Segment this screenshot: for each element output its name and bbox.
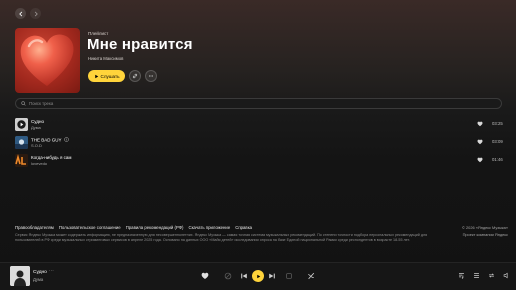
track-play-overlay-icon[interactable]: [15, 118, 28, 131]
not-recommend-icon[interactable]: [307, 272, 315, 280]
playlist-actions: Слушать: [88, 70, 157, 82]
footer-link-rightholders[interactable]: Правообладателям: [15, 225, 54, 230]
chevron-right-icon: [34, 11, 38, 16]
block-icon[interactable]: [285, 272, 293, 280]
track-artist[interactable]: Дума: [31, 125, 41, 130]
track-row[interactable]: THE BAD GUY S.O.D 03:09: [15, 136, 505, 150]
page-title: Мне нравится: [87, 36, 193, 53]
more-dots-icon: [148, 75, 154, 77]
footer-link-recommendation-rules[interactable]: Правила рекомендаций (РФ): [126, 225, 184, 230]
player-bar: Судно ··· Дума: [0, 262, 516, 290]
queue-icon[interactable]: [473, 272, 480, 279]
next-track-icon[interactable]: [268, 272, 276, 280]
track-duration: 03:09: [492, 139, 503, 144]
chevron-left-icon: [18, 11, 22, 16]
track-title[interactable]: THE BAD GUY: [31, 137, 69, 143]
like-heart-icon[interactable]: [477, 121, 483, 127]
like-heart-icon[interactable]: [477, 139, 483, 145]
heart-cover-icon: [20, 34, 74, 86]
track-title-text[interactable]: THE BAD GUY: [31, 138, 61, 143]
forward-button[interactable]: [30, 8, 41, 19]
play-button-label: Слушать: [100, 73, 120, 79]
track-artist[interactable]: S.O.D: [31, 143, 42, 148]
track-duration: 03:25: [492, 121, 503, 126]
dislike-icon[interactable]: [224, 272, 232, 280]
track-duration: 01:46: [492, 157, 503, 162]
navigation-buttons: [15, 8, 41, 19]
previous-track-icon[interactable]: [240, 272, 248, 280]
album-art-icon: [15, 154, 28, 167]
footer-link-help[interactable]: Справка: [235, 225, 252, 230]
footer-link-user-agreement[interactable]: Пользовательское соглашение: [59, 225, 121, 230]
now-playing-title[interactable]: Судно: [33, 270, 47, 275]
repeat-icon[interactable]: [488, 272, 495, 279]
play-pause-button[interactable]: [252, 270, 264, 282]
track-search[interactable]: [15, 98, 502, 109]
company-line: Проект компании Яндекс: [462, 231, 508, 237]
track-cover: [15, 136, 28, 149]
share-link-icon: [132, 73, 138, 79]
play-icon: [94, 74, 98, 78]
track-title[interactable]: Когда-нибудь я сам: [31, 155, 72, 160]
app-window: Плейлист Мне нравится Никита Максимов Сл…: [0, 0, 516, 290]
like-heart-icon[interactable]: [201, 272, 209, 280]
like-heart-icon[interactable]: [477, 157, 483, 163]
play-playlist-button[interactable]: Слушать: [88, 70, 125, 82]
search-input[interactable]: [29, 101, 229, 106]
lyrics-icon[interactable]: [458, 272, 465, 279]
search-icon: [21, 101, 26, 106]
copyright-line: © 2026 «Яндекс Музыка»: [462, 225, 508, 230]
album-art-icon: [15, 136, 28, 149]
track-cover: [15, 154, 28, 167]
info-badge-icon: [63, 137, 69, 142]
playlist-author[interactable]: Никита Максимов: [88, 56, 123, 61]
track-artist[interactable]: lovevedo: [31, 161, 47, 166]
track-row[interactable]: Когда-нибудь я сам lovevedo 01:46: [15, 154, 505, 168]
footer-disclaimer: Сервис Яндекс Музыка может содержать инф…: [15, 233, 428, 242]
now-playing-artist[interactable]: Дума: [33, 277, 43, 282]
track-cover: [15, 118, 28, 131]
track-row[interactable]: Судно Дума 03:25: [15, 118, 505, 132]
track-title[interactable]: Судно: [31, 119, 44, 124]
footer-link-download-app[interactable]: Скачать приложение: [188, 225, 230, 230]
more-options-button[interactable]: [145, 70, 157, 82]
footer-links: Правообладателям Пользовательское соглаш…: [15, 225, 252, 230]
playlist-cover: [15, 28, 80, 93]
now-playing-more-button[interactable]: ···: [49, 269, 54, 274]
artist-photo-icon: [10, 266, 30, 286]
now-playing-cover[interactable]: [10, 266, 30, 286]
play-icon: [256, 274, 260, 278]
footer-copyright: © 2026 «Яндекс Музыка» Проект компании Я…: [462, 225, 508, 238]
share-button[interactable]: [129, 70, 141, 82]
volume-icon[interactable]: [503, 272, 510, 279]
back-button[interactable]: [15, 8, 26, 19]
